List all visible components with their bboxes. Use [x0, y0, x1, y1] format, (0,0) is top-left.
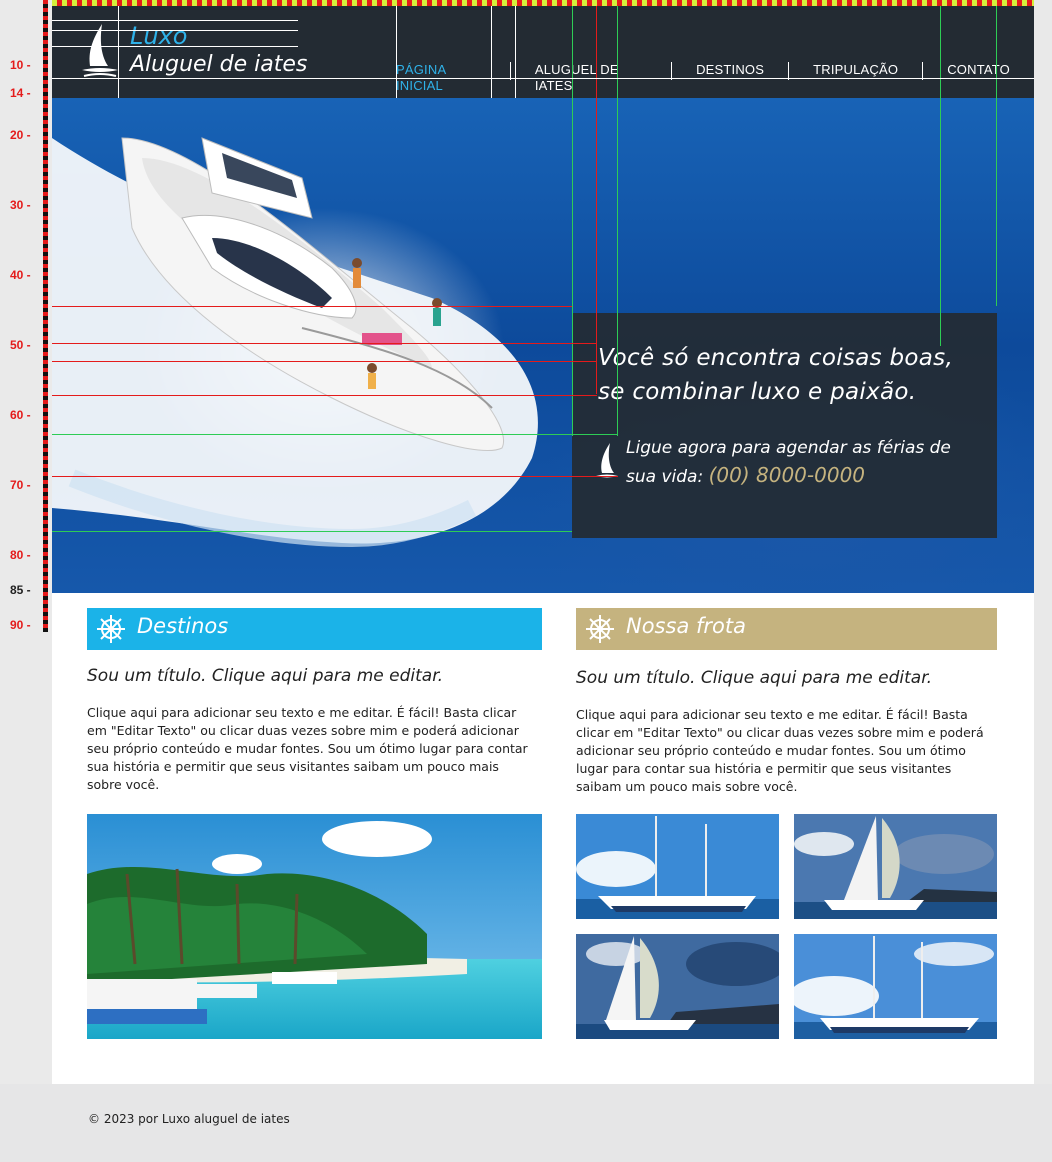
guide-line [52, 476, 618, 477]
fleet-photo-1[interactable] [576, 814, 779, 919]
sailboat-logo-icon[interactable] [78, 20, 122, 80]
destinos-bar-title: Destinos [137, 614, 229, 638]
guide-line [52, 343, 597, 344]
guide-line [617, 6, 618, 436]
destinos-body[interactable]: Clique aqui para adicionar seu texto e m… [87, 704, 537, 794]
ruler-label: 50 - [10, 338, 31, 352]
hero-call-text[interactable]: Ligue agora para agendar as férias de su… [626, 435, 976, 491]
guide-line [572, 6, 573, 436]
guide-line [52, 434, 618, 435]
guide-line [52, 30, 298, 31]
destinos-title[interactable]: Sou um título. Clique aqui para me edita… [87, 666, 443, 686]
fleet-photo-4[interactable] [794, 934, 997, 1039]
guide-line [940, 6, 941, 346]
ship-wheel-icon [97, 615, 125, 643]
guide-line [52, 46, 298, 47]
logo-subtitle[interactable]: Aluguel de iates [130, 52, 307, 77]
ruler-label: 80 - [10, 548, 31, 562]
guide-line [515, 6, 516, 98]
frota-title[interactable]: Sou um título. Clique aqui para me edita… [576, 668, 932, 688]
ruler-label: 60 - [10, 408, 31, 422]
ship-wheel-icon [586, 615, 614, 643]
ruler-label: 90 - [10, 618, 31, 632]
site-footer: © 2023 por Luxo aluguel de iates [0, 1084, 1052, 1162]
beach-photo[interactable] [87, 814, 542, 1039]
sailboat-icon [596, 443, 618, 478]
hero-headline[interactable]: Você só encontra coisas boas, se combina… [598, 341, 978, 409]
ruler-label: 40 - [10, 268, 31, 282]
guide-line [491, 6, 492, 98]
phone-number[interactable]: (00) 8000-0000 [709, 463, 865, 487]
guide-line [396, 6, 397, 98]
ruler-label: 20 - [10, 128, 31, 142]
page: Luxo Aluguel de iates PÁGINA INICIAL ALU… [52, 6, 1034, 1084]
hero-banner: Você só encontra coisas boas, se combina… [52, 98, 1034, 593]
guide-line [52, 78, 1034, 79]
guide-line [52, 361, 597, 362]
fleet-photo-3[interactable] [576, 934, 779, 1039]
frota-header-bar[interactable]: Nossa frota [576, 608, 997, 650]
guide-line [596, 6, 597, 394]
fleet-photo-2[interactable] [794, 814, 997, 919]
yacht-image [52, 137, 538, 548]
guide-line [52, 306, 572, 307]
ruler-label: 30 - [10, 198, 31, 212]
ruler-label: 10 - [10, 58, 31, 72]
frota-bar-title: Nossa frota [626, 614, 746, 638]
frota-body[interactable]: Clique aqui para adicionar seu texto e m… [576, 706, 1000, 796]
guide-line [52, 20, 298, 21]
guide-line [52, 395, 597, 396]
footer-copyright: © 2023 por Luxo aluguel de iates [88, 1112, 290, 1126]
destinos-header-bar[interactable]: Destinos [87, 608, 542, 650]
ruler-label: 70 - [10, 478, 31, 492]
guide-line [52, 531, 572, 532]
ruler-label: 14 - [10, 86, 31, 100]
guide-line [996, 6, 997, 306]
ruler-label: 85 - [10, 583, 31, 597]
ruler-overlay: 10 - 14 - 20 - 30 - 40 - 50 - 60 - 70 - … [0, 0, 52, 1162]
hero-promo-box: Você só encontra coisas boas, se combina… [572, 313, 997, 538]
